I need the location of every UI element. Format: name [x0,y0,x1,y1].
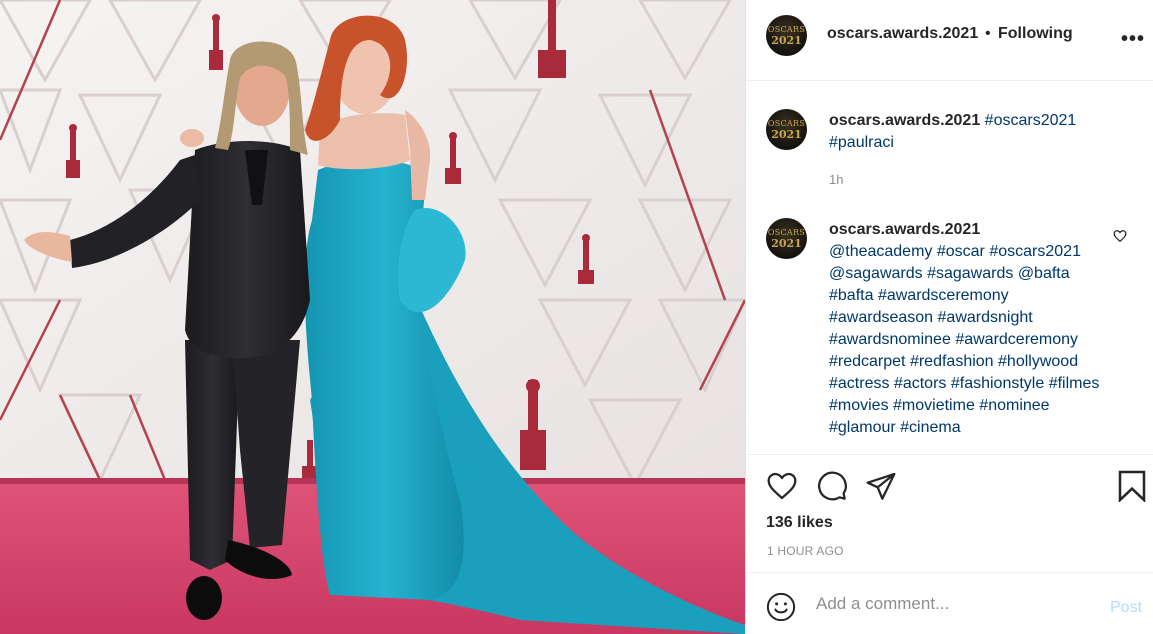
separator-dot: • [985,25,991,42]
avatar-logo-text-bottom: 2021 [771,34,802,47]
left-shoe [186,576,222,620]
header-username[interactable]: oscars.awards.2021 [827,25,978,43]
hashtag-link[interactable]: #oscars2021 [989,243,1081,260]
more-horizontal-icon[interactable]: ••• [1121,28,1145,51]
hashtag-link[interactable]: #redcarpet [829,353,906,370]
avatar-logo-text-bottom: 2021 [771,128,802,141]
action-bar: 136 likes 1 HOUR AGO [746,454,1153,572]
hashtag-link[interactable]: #awardsnominee [829,331,951,348]
hashtag-link[interactable]: #hollywood [998,353,1078,370]
hashtag-link[interactable]: #movietime [893,397,975,414]
hashtag-link[interactable]: #nominee [979,397,1049,414]
post-sidebar: OSCARS 2021 oscars.awards.2021 • Followi… [745,0,1153,634]
caption: oscars.awards.2021 #oscars2021 #paulraci [829,110,1109,154]
avatar[interactable]: OSCARS 2021 [766,218,807,259]
comment: oscars.awards.2021 @theacademy #oscar #o… [829,219,1109,439]
comments-list[interactable]: OSCARS 2021 oscars.awards.2021 #oscars20… [746,82,1153,454]
post-timestamp[interactable]: 1 HOUR AGO [767,544,844,558]
hashtag-link[interactable]: #actress [829,375,889,392]
hashtag-link[interactable]: #actors [894,375,946,392]
hashtag-link[interactable]: #bafta [829,287,873,304]
post-comment-button[interactable]: Post [1110,599,1142,617]
avatar[interactable]: OSCARS 2021 [766,109,807,150]
hashtag-link[interactable]: #redfashion [910,353,994,370]
heart-outline-icon[interactable] [1113,229,1127,248]
mention-link[interactable]: @bafta [1018,265,1070,282]
speech-bubble-icon[interactable] [816,470,848,507]
hashtag-link[interactable]: #fashionstyle [951,375,1044,392]
post-photo[interactable] [0,0,745,634]
hashtag-link[interactable]: #cinema [900,419,960,436]
mention-link[interactable]: @theacademy [829,243,932,260]
hashtag-link[interactable]: #filmes [1049,375,1100,392]
avatar-logo-text-top: OSCARS [767,25,806,34]
caption-username[interactable]: oscars.awards.2021 [829,112,980,129]
hashtag-link[interactable]: #glamour [829,419,896,436]
hashtag-link[interactable]: #oscar [937,243,985,260]
following-button[interactable]: Following [998,25,1073,43]
hashtag-link[interactable]: #oscars2021 [985,112,1077,129]
avatar[interactable]: OSCARS 2021 [766,15,807,56]
hashtag-link[interactable]: #awardseason [829,309,933,326]
likes-count[interactable]: 136 likes [766,514,833,532]
comment-username[interactable]: oscars.awards.2021 [829,221,980,238]
hashtag-link[interactable]: #awardceremony [955,331,1078,348]
mention-link[interactable]: @sagawards [829,265,923,282]
heart-outline-icon[interactable] [766,470,798,507]
hashtag-link[interactable]: #awardsnight [938,309,1033,326]
hashtag-link[interactable]: #sagawards [927,265,1013,282]
hashtag-link[interactable]: #paulraci [829,134,894,151]
avatar-logo-text-bottom: 2021 [771,237,802,250]
caption-timestamp[interactable]: 1h [829,172,843,187]
comment-input[interactable] [816,591,1096,617]
red-carpet-photo-illustration [0,0,745,634]
bookmark-icon[interactable] [1117,470,1147,507]
avatar-logo-text-top: OSCARS [767,119,806,128]
hashtag-link[interactable]: #movies [829,397,889,414]
man-jacket [185,141,310,358]
hashtag-link[interactable]: #awardsceremony [878,287,1009,304]
paper-plane-icon[interactable] [865,470,897,507]
add-comment-bar: Post [746,572,1153,634]
smiley-icon[interactable] [766,592,796,627]
post-header: OSCARS 2021 oscars.awards.2021 • Followi… [746,0,1153,81]
avatar-logo-text-top: OSCARS [767,228,806,237]
